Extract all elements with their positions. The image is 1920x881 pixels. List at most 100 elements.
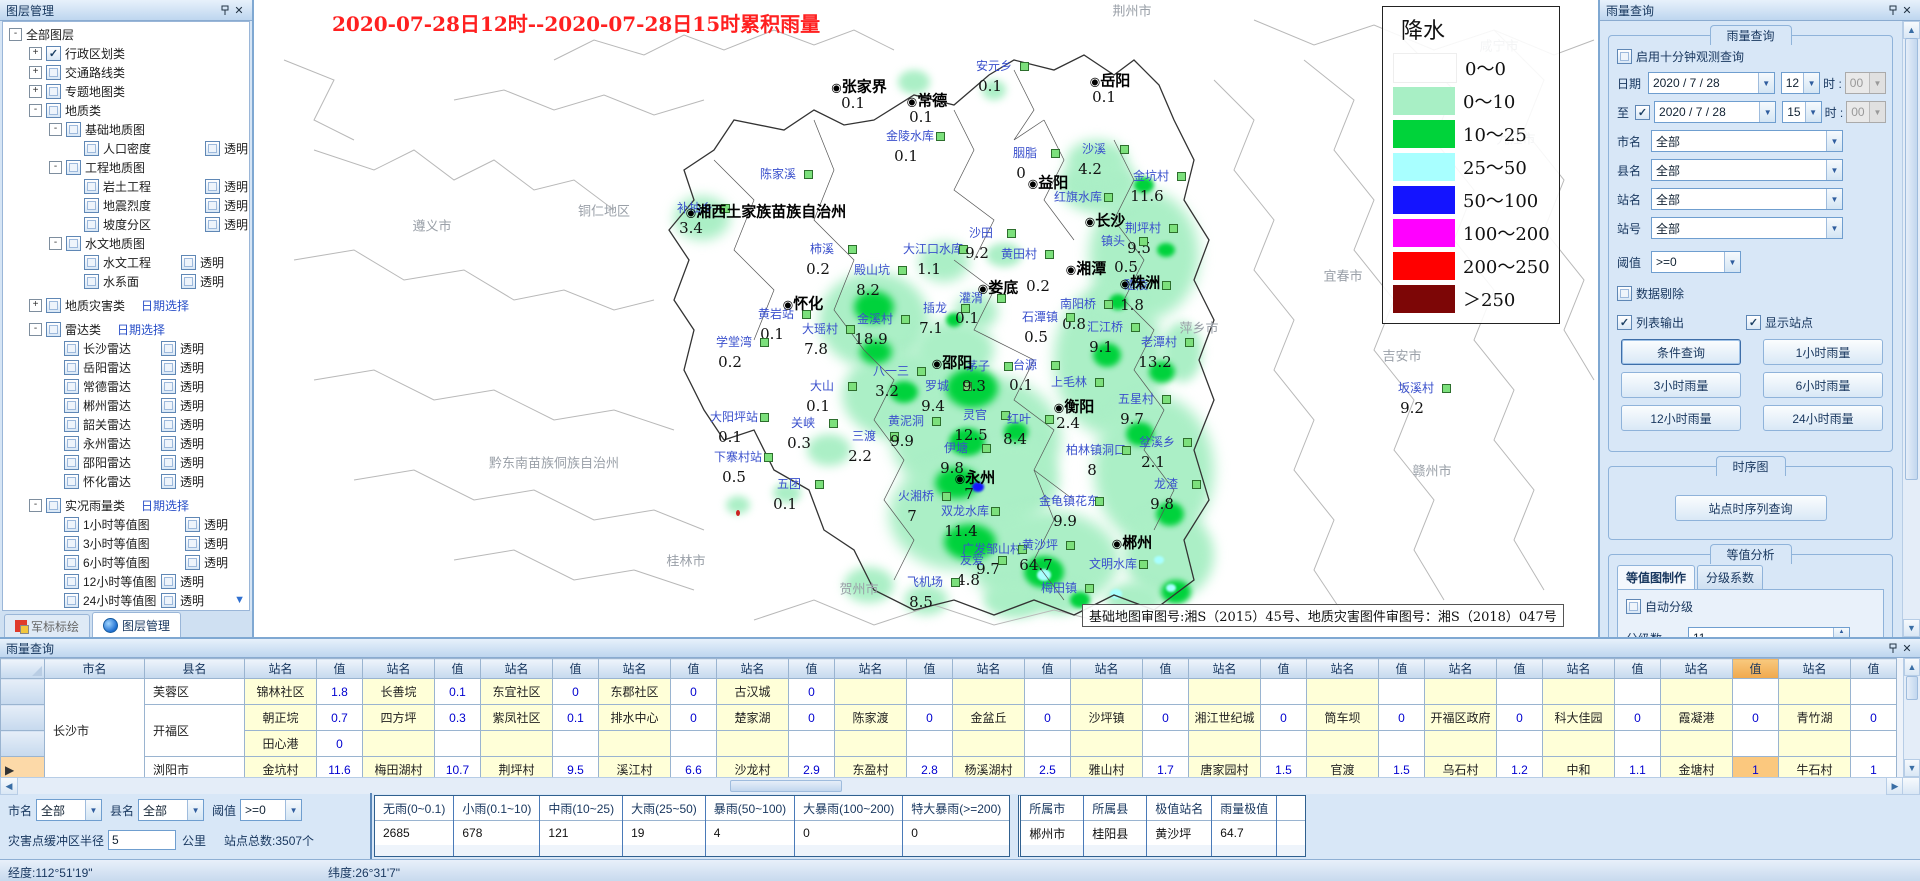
value-cell[interactable]: 0 [1851,705,1897,731]
layer-checkbox[interactable] [84,179,99,194]
station-cell[interactable] [1779,731,1851,757]
station-column-header[interactable]: 站名 [1661,659,1733,679]
layer-checkbox[interactable] [64,555,79,570]
transparency-toggle[interactable]: 透明 [161,592,204,609]
tree-item[interactable]: +交通路线类 [3,63,249,82]
transparency-checkbox[interactable] [161,341,176,356]
tree-expander-icon[interactable]: + [29,47,42,60]
layer-checkbox[interactable] [64,574,79,589]
station-cell[interactable] [717,731,789,757]
tree-item[interactable]: -工程地质图 [3,158,249,177]
layer-checkbox[interactable] [64,417,79,432]
station-marker-icon[interactable] [951,578,960,587]
transparency-checkbox[interactable] [181,274,196,289]
tree-item[interactable]: 24小时等值图透明 [3,591,249,610]
transparency-toggle[interactable]: 透明 [181,254,224,271]
station-column-header[interactable]: 站名 [1189,659,1261,679]
value-cell[interactable]: 2.5 [1025,757,1071,778]
station-marker-icon[interactable] [898,266,907,275]
transparency-checkbox[interactable] [185,517,200,532]
transparency-toggle[interactable]: 透明 [181,273,224,290]
station-cell[interactable] [1071,679,1143,705]
layer-checkbox[interactable] [66,122,81,137]
station-cell[interactable]: 开福区政府 [1425,705,1497,731]
station-marker-icon[interactable] [829,419,838,428]
station-marker-icon[interactable] [1051,361,1060,370]
value-column-header[interactable]: 值 [1851,659,1897,679]
value-cell[interactable] [1143,679,1189,705]
value-cell[interactable]: 6.6 [671,757,717,778]
station-marker-icon[interactable] [917,367,926,376]
value-cell[interactable]: 1.5 [1379,757,1425,778]
station-marker-icon[interactable] [1162,395,1171,404]
county-cell[interactable]: 芙蓉区 [145,679,245,705]
layer-checkbox[interactable] [84,274,99,289]
tree-expander-icon[interactable]: - [49,161,62,174]
county-cell[interactable]: 浏阳市 [145,757,245,778]
station-cell[interactable]: 朝正垸 [245,705,317,731]
station-marker-icon[interactable] [1442,384,1451,393]
tree-item[interactable]: 水系面透明 [3,272,249,291]
city-cell[interactable]: 长沙市 [45,679,145,778]
date-select-link[interactable]: 日期选择 [141,297,189,314]
value-cell[interactable]: 0 [671,679,717,705]
station-cell[interactable]: 雅山村 [1071,757,1143,778]
station-marker-icon[interactable] [760,413,769,422]
station-marker-icon[interactable] [1104,193,1113,202]
query-button-3[interactable]: 3小时雨量 [1621,372,1741,398]
station-cell[interactable] [599,731,671,757]
station-marker-icon[interactable] [1045,415,1054,424]
transparency-checkbox[interactable] [161,574,176,589]
value-cell[interactable]: 11.6 [317,757,363,778]
value-cell[interactable] [1615,731,1661,757]
value-cell[interactable] [1261,731,1307,757]
tree-item[interactable]: 6小时等值图透明 [3,553,249,572]
station-cell[interactable] [1779,679,1851,705]
value-cell[interactable]: 0 [1497,705,1543,731]
tree-item[interactable]: 人口密度透明 [3,139,249,158]
query-button-2[interactable]: 1小时雨量 [1763,339,1883,365]
city-column-header[interactable]: 市名 [45,659,145,679]
county-cell[interactable]: 开福区 [145,705,245,757]
tree-item[interactable]: -地质类 [3,101,249,120]
station-marker-icon[interactable] [1177,172,1186,181]
transparency-checkbox[interactable] [205,179,220,194]
station-cell[interactable]: 筒车坝 [1307,705,1379,731]
station-cell[interactable]: 长善垸 [363,679,435,705]
row-header[interactable]: ▶ [1,757,45,778]
transparency-toggle[interactable]: 透明 [161,416,204,433]
tree-item[interactable]: 水文工程透明 [3,253,249,272]
transparency-toggle[interactable]: 透明 [161,473,204,490]
tab-layer-manager[interactable]: 图层管理 [92,612,181,637]
value-cell[interactable] [1143,731,1189,757]
station-cell[interactable]: 梅田湖村 [363,757,435,778]
value-cell[interactable] [1379,679,1425,705]
station-timeseries-button[interactable]: 站点时序列查询 [1675,495,1827,521]
value-column-header[interactable]: 值 [435,659,481,679]
tree-item[interactable]: -基础地质图 [3,120,249,139]
station-marker-icon[interactable] [804,170,813,179]
layer-checkbox[interactable] [64,360,79,375]
hour-to-combo[interactable]: 15▼ [1782,101,1821,123]
tree-item[interactable]: +地质灾害类日期选择 [3,296,249,315]
transparency-toggle[interactable]: 透明 [185,554,228,571]
station-marker-icon[interactable] [1066,313,1075,322]
tree-expander-icon[interactable]: + [29,85,42,98]
tree-item[interactable]: -全部图层 [3,25,249,44]
transparency-checkbox[interactable] [161,593,176,608]
threshold-combo[interactable]: >=0▼ [1651,251,1741,273]
layer-checkbox[interactable] [66,160,81,175]
query-button-5[interactable]: 12小时雨量 [1621,405,1741,431]
tree-scroll-down-icon[interactable]: ▼ [234,594,245,606]
transparency-checkbox[interactable] [185,555,200,570]
tree-expander-icon[interactable]: + [29,66,42,79]
transparency-toggle[interactable]: 透明 [205,216,248,233]
table-vertical-scrollbar[interactable]: ▲ ▼ [1903,658,1920,777]
station-marker-icon[interactable] [982,444,991,453]
value-column-header[interactable]: 值 [907,659,953,679]
transparency-checkbox[interactable] [161,379,176,394]
data-cull-checkbox[interactable] [1617,286,1632,301]
tab-military-plot[interactable]: 军标标绘 [4,614,90,637]
layer-checkbox[interactable] [84,217,99,232]
station-marker-icon[interactable] [1051,149,1060,158]
